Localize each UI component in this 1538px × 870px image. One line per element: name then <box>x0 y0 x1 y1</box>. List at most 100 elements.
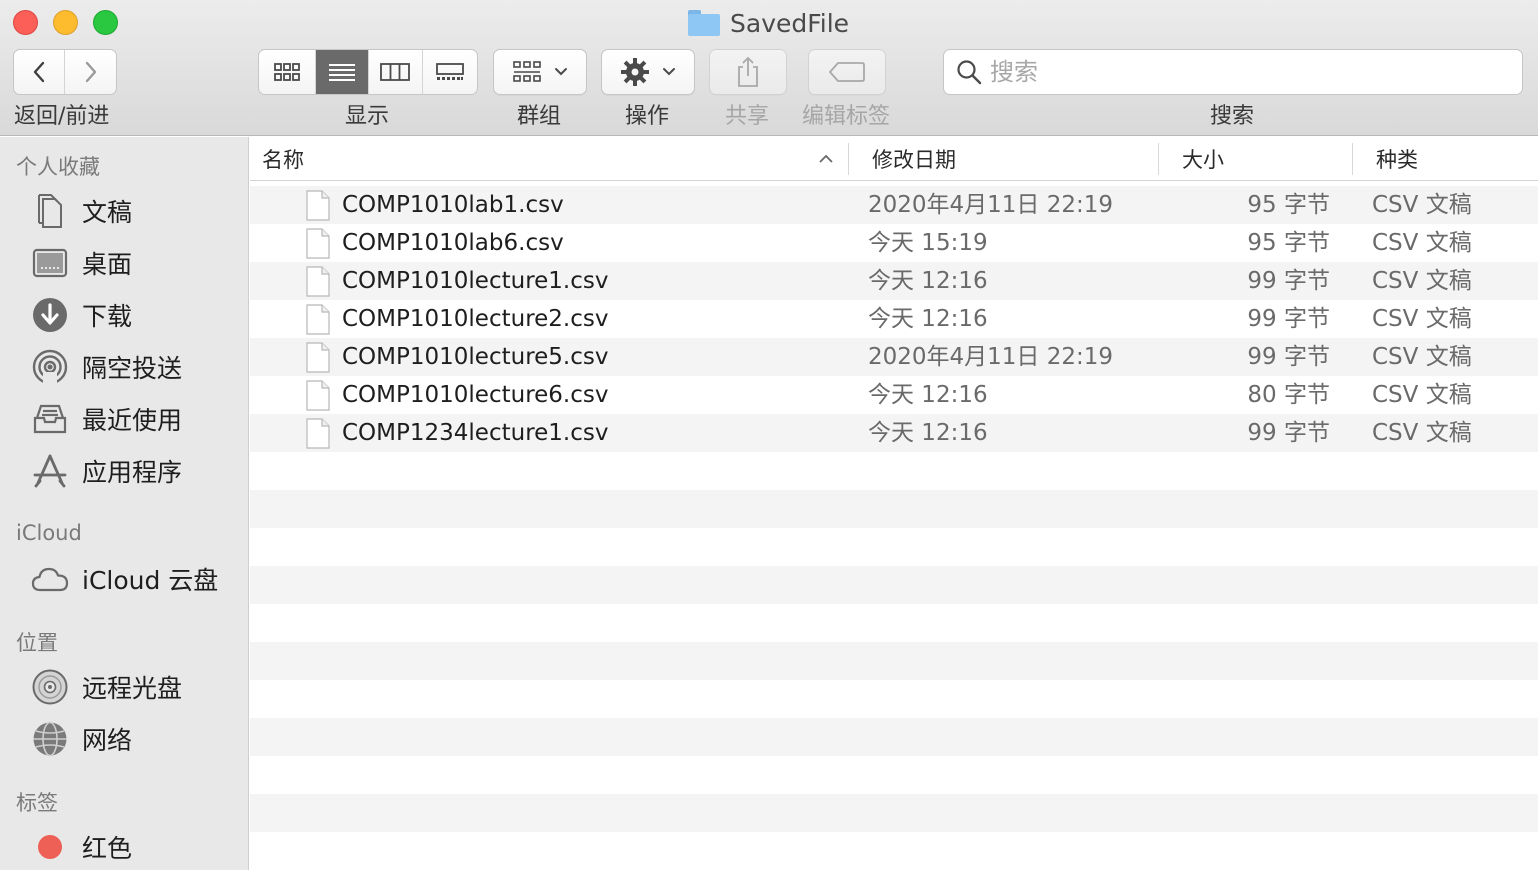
close-window-button[interactable] <box>13 10 38 35</box>
search-label: 搜索 <box>1210 104 1255 129</box>
empty-row <box>250 490 1538 528</box>
file-size: 99 字节 <box>1247 268 1330 294</box>
file-kind: CSV 文稿 <box>1372 268 1472 294</box>
sidebar-heading-locations: 位置 <box>16 631 58 655</box>
icon-grid-icon <box>274 63 301 81</box>
file-row[interactable]: COMP1010lab6.csv 今天 15:19 95 字节 CSV 文稿 <box>250 224 1538 262</box>
file-date: 今天 12:16 <box>868 420 988 446</box>
file-row[interactable]: COMP1010lecture1.csv 今天 12:16 99 字节 CSV 文稿 <box>250 262 1538 300</box>
action-label: 操作 <box>625 104 670 129</box>
recents-icon <box>30 399 70 439</box>
file-size: 99 字节 <box>1247 420 1330 446</box>
gallery-view-icon <box>435 63 464 80</box>
sidebar-item-remote-disc[interactable]: 远程光盘 <box>30 663 240 711</box>
view-icon-button[interactable] <box>259 50 317 94</box>
file-kind: CSV 文稿 <box>1372 230 1472 256</box>
file-date: 今天 12:16 <box>868 306 988 332</box>
empty-row <box>250 718 1538 756</box>
sort-ascending-icon <box>819 154 833 163</box>
sidebar-heading-icloud: iCloud <box>16 521 82 545</box>
sidebar-item-label: 文稿 <box>82 198 133 227</box>
file-row[interactable]: COMP1010lecture2.csv 今天 12:16 99 字节 CSV 文稿 <box>250 300 1538 338</box>
share-button[interactable] <box>709 49 787 95</box>
file-row[interactable]: COMP1234lecture1.csv 今天 12:16 99 字节 CSV 文稿 <box>250 414 1538 452</box>
empty-row <box>250 528 1538 566</box>
action-button[interactable] <box>601 49 695 95</box>
column-separator <box>848 143 849 175</box>
file-rows: COMP1010lab1.csv 2020年4月11日 22:19 95 字节 CSV… <box>250 186 1538 870</box>
desktop-icon <box>30 243 70 283</box>
nav-label: 返回/前进 <box>14 104 110 129</box>
sidebar-item-tag-red[interactable]: 红色 <box>30 823 240 870</box>
column-header-date[interactable]: 修改日期 <box>872 137 1158 181</box>
file-kind: CSV 文稿 <box>1372 382 1472 408</box>
chevron-down-icon <box>663 68 675 76</box>
chevron-down-icon <box>555 68 567 76</box>
sidebar-item-icloud-drive[interactable]: iCloud 云盘 <box>30 555 240 603</box>
sidebar-item-label: iCloud 云盘 <box>82 566 219 595</box>
tag-icon <box>829 62 865 82</box>
sidebar-item-label: 远程光盘 <box>82 674 183 703</box>
sidebar-item-applications[interactable]: 应用程序 <box>30 447 240 495</box>
file-document-icon <box>306 342 330 373</box>
file-document-icon <box>306 304 330 335</box>
file-name: COMP1010lecture5.csv <box>342 344 609 370</box>
view-column-button[interactable] <box>369 50 423 94</box>
file-date: 2020年4月11日 22:19 <box>868 344 1114 370</box>
file-document-icon <box>306 190 330 221</box>
empty-row <box>250 794 1538 832</box>
file-date: 今天 15:19 <box>868 230 988 256</box>
sidebar-item-label: 隔空投送 <box>82 354 183 383</box>
applications-icon <box>30 451 70 491</box>
disc-icon <box>30 667 70 707</box>
empty-row <box>250 680 1538 718</box>
empty-row <box>250 832 1538 870</box>
file-date: 今天 12:16 <box>868 268 988 294</box>
sidebar-item-downloads[interactable]: 下载 <box>30 291 240 339</box>
file-document-icon <box>306 228 330 259</box>
file-row[interactable]: COMP1010lecture6.csv 今天 12:16 80 字节 CSV 文稿 <box>250 376 1538 414</box>
file-list: 名称 修改日期 大小 种类 COMP1010lab1.csv 2020年4月11日… <box>250 137 1538 870</box>
search-icon <box>957 60 982 85</box>
file-name: COMP1010lab1.csv <box>342 192 564 218</box>
back-button[interactable] <box>14 50 66 94</box>
file-date: 今天 12:16 <box>868 382 988 408</box>
file-row[interactable]: COMP1010lab1.csv 2020年4月11日 22:19 95 字节 CSV… <box>250 186 1538 224</box>
file-size: 80 字节 <box>1247 382 1330 408</box>
group-button[interactable] <box>493 49 587 95</box>
minimize-window-button[interactable] <box>53 10 78 35</box>
file-name: COMP1234lecture1.csv <box>342 420 609 446</box>
sidebar-item-airdrop[interactable]: 隔空投送 <box>30 343 240 391</box>
column-separator <box>1158 143 1159 175</box>
view-list-button[interactable] <box>316 50 369 94</box>
search-field[interactable] <box>943 49 1523 95</box>
sidebar-item-documents[interactable]: 文稿 <box>30 187 240 235</box>
sidebar-item-label: 桌面 <box>82 250 133 279</box>
column-header-kind[interactable]: 种类 <box>1376 137 1526 181</box>
file-size: 95 字节 <box>1247 230 1330 256</box>
sidebar-item-recents[interactable]: 最近使用 <box>30 395 240 443</box>
zoom-window-button[interactable] <box>93 10 118 35</box>
file-date: 2020年4月11日 22:19 <box>868 192 1114 218</box>
edit-tags-label: 编辑标签 <box>802 104 891 129</box>
view-gallery-button[interactable] <box>423 50 478 94</box>
window-title-text: SavedFile <box>730 8 850 38</box>
file-document-icon <box>306 418 330 449</box>
file-size: 99 字节 <box>1247 344 1330 370</box>
file-name: COMP1010lecture1.csv <box>342 268 609 294</box>
forward-button[interactable] <box>65 50 116 94</box>
file-kind: CSV 文稿 <box>1372 420 1472 446</box>
sidebar-item-desktop[interactable]: 桌面 <box>30 239 240 287</box>
column-header-size[interactable]: 大小 <box>1182 137 1352 181</box>
sidebar-item-network[interactable]: 网络 <box>30 715 240 763</box>
search-input[interactable] <box>990 58 1490 86</box>
file-row[interactable]: COMP1010lecture5.csv 2020年4月11日 22:19 99 字… <box>250 338 1538 376</box>
edit-tags-button[interactable] <box>808 49 886 95</box>
empty-row <box>250 604 1538 642</box>
list-view-icon <box>329 64 356 81</box>
empty-row <box>250 452 1538 490</box>
column-header-name[interactable]: 名称 <box>262 137 848 181</box>
file-name: COMP1010lecture6.csv <box>342 382 609 408</box>
file-size: 99 字节 <box>1247 306 1330 332</box>
column-view-icon <box>380 63 411 81</box>
